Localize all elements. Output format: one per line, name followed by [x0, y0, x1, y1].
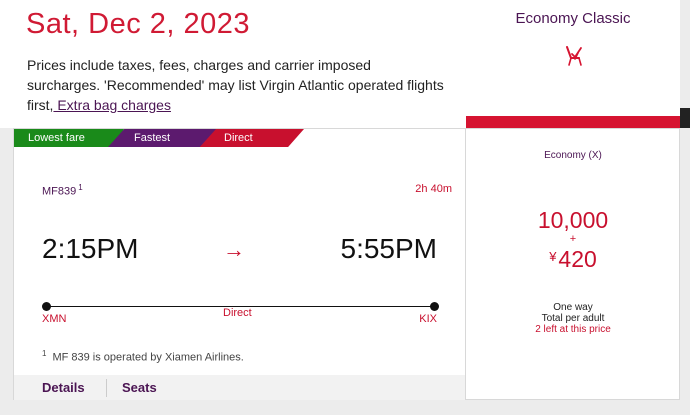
flight-duration: 2h 40m: [415, 183, 452, 195]
stops-label: Direct: [223, 307, 252, 319]
destination-dot: [430, 302, 439, 311]
arrow-right-icon: →: [223, 237, 245, 262]
currency-symbol: ¥: [549, 249, 557, 264]
seat-availability: 2 left at this price: [535, 324, 611, 335]
plus-sign: +: [569, 233, 577, 245]
points-price: 10,000: [537, 207, 609, 233]
fare-option-economy-classic[interactable]: Economy (X) 10,000 + ¥420 One way Total …: [466, 128, 680, 400]
direct-badge: Direct: [198, 129, 304, 147]
tax-amount: 420: [558, 246, 597, 272]
cabin-accent-bar: [466, 116, 680, 128]
price-basis: Total per adult: [541, 313, 605, 324]
seats-tab[interactable]: Seats: [122, 380, 157, 395]
trip-type: One way: [553, 302, 593, 313]
operator-note-text: MF 839 is operated by Xiamen Airlines.: [52, 351, 244, 364]
origin-dot: [42, 302, 51, 311]
price-disclaimer: Prices include taxes, fees, charges and …: [27, 55, 447, 115]
badge-label: Lowest fare: [28, 132, 85, 144]
page-title: Sat, Dec 2, 2023: [26, 8, 251, 40]
tax-price: ¥420: [466, 246, 680, 273]
flight-number: MF839 1: [42, 183, 83, 198]
details-tab[interactable]: Details: [42, 380, 85, 395]
badge-label: Direct: [224, 132, 253, 144]
flight-tabs: Details Seats: [14, 375, 465, 400]
flight-number-text: MF839: [42, 185, 77, 198]
origin-code: XMN: [42, 313, 67, 325]
badge-label: Fastest: [134, 132, 171, 144]
flight-card: Lowest fare Direct Fastest MF839 1 2h 40m…: [13, 128, 466, 400]
operator-note: 1 MF 839 is operated by Xiamen Airlines.: [42, 349, 244, 364]
departure-time: 2:15PM: [42, 233, 139, 264]
results-header: Sat, Dec 2, 2023 Prices include taxes, f…: [0, 0, 466, 128]
arrival-time: 5:55PM: [340, 233, 438, 264]
fare-class: Economy (X): [544, 150, 602, 161]
lowest-fare-badge: Lowest fare: [14, 129, 124, 147]
footnote-mark: 1: [42, 349, 47, 358]
extra-bag-charges-link[interactable]: Extra bag charges: [53, 97, 171, 113]
cabin-column-header[interactable]: Economy Classic: [466, 0, 680, 128]
scroll-edge: [680, 108, 690, 128]
fastest-badge: Fastest: [108, 129, 216, 147]
footnote-mark: 1: [78, 183, 83, 192]
seat-icon: [566, 46, 582, 66]
cabin-title: Economy Classic: [515, 10, 631, 27]
tab-divider: [106, 379, 107, 397]
destination-code: KIX: [419, 313, 437, 325]
